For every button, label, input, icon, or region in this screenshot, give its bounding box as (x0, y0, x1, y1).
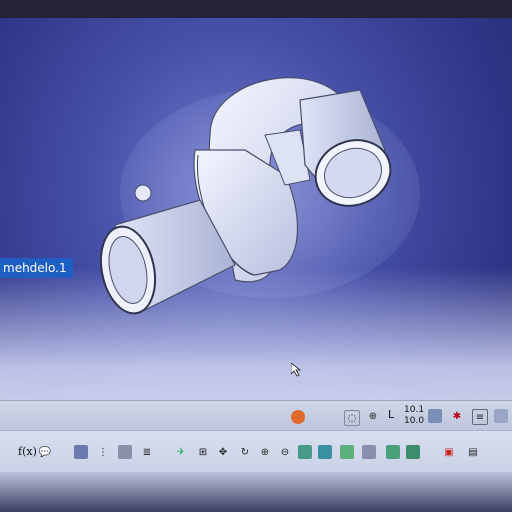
normal-view-icon[interactable] (298, 445, 312, 459)
tree-node-label[interactable]: mehdelo.1 (0, 258, 73, 278)
axis-label: L (388, 408, 395, 421)
rotate-view-icon[interactable]: ◌ (344, 410, 360, 426)
views-icon[interactable] (340, 445, 354, 459)
camera-icon[interactable]: ▣ (442, 445, 456, 459)
axis-icon[interactable]: ⊕ (366, 409, 380, 423)
zoom-in-icon[interactable]: ⊕ (258, 445, 272, 459)
pan-icon[interactable]: ✥ (216, 445, 230, 459)
catalog-icon[interactable] (118, 445, 132, 459)
macro-icon[interactable]: ≣ (140, 445, 154, 459)
toolbar-upper: ◌ ⊕ L 10.1 10.0 ✱ ≡ (0, 400, 512, 431)
status-bar (0, 472, 512, 512)
comment-icon[interactable]: 💬 (38, 445, 52, 459)
fly-icon[interactable]: ✈ (174, 445, 188, 459)
swap-icon[interactable] (406, 445, 420, 459)
chart-icon[interactable]: ⋮ (96, 445, 110, 459)
toolbar-lower: f(x) 💬 ⋮ ≣ ✈ ⊞ ✥ ↻ ⊕ ⊖ ▣ ▤ (0, 430, 512, 473)
style-icon[interactable]: ≡ (472, 409, 488, 425)
iso-view-icon[interactable] (318, 445, 332, 459)
zoom-out-icon[interactable]: ⊖ (278, 445, 292, 459)
mouse-cursor-icon (291, 363, 301, 377)
grid-icon[interactable]: ▤ (466, 445, 480, 459)
fit-all-icon[interactable]: ⊞ (196, 445, 210, 459)
render-icon[interactable] (291, 410, 305, 424)
formula-label[interactable]: f(x) (18, 446, 37, 458)
layers-icon[interactable] (428, 409, 442, 423)
table-icon[interactable] (74, 445, 88, 459)
pipe-fitting-model[interactable] (95, 55, 425, 345)
shading-icon[interactable] (362, 445, 376, 459)
measure-icon[interactable] (494, 409, 508, 423)
coordinate-readout-bottom: 10.0 (404, 416, 425, 426)
hide-icon[interactable] (386, 445, 400, 459)
hide-show-icon[interactable]: ✱ (450, 409, 464, 423)
rotate-icon[interactable]: ↻ (238, 445, 252, 459)
